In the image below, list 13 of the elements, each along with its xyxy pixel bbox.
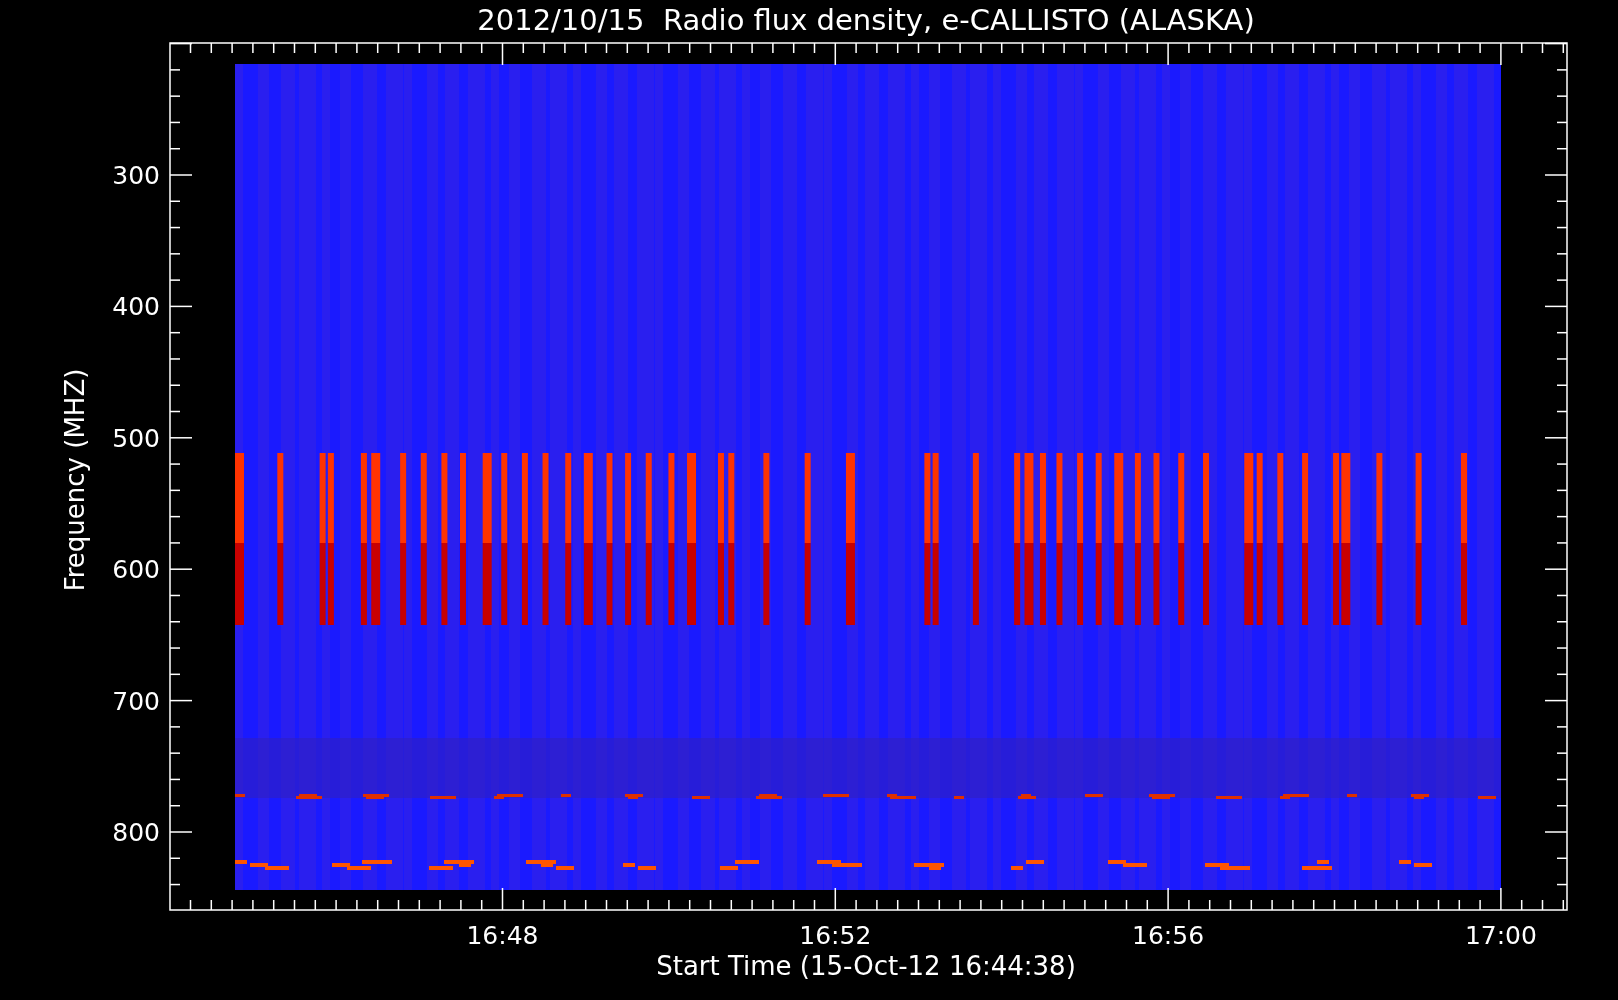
y-tick-label: 600 [112,555,160,585]
y-tick-label: 400 [112,292,160,322]
y-tick-label: 500 [112,423,160,453]
x-tick-label: 16:48 [466,921,539,950]
y-tick-label: 800 [112,818,160,847]
y-tick-label: 700 [112,686,160,716]
y-tick-label: 300 [112,161,160,190]
x-tick-label: 17:00 [1464,921,1537,950]
chart-title: 2012/10/15 Radio flux density, e-CALLISTO (ALASKA) [477,3,1255,37]
x-tick-label: 16:56 [1132,921,1205,950]
y-axis-label: Frequency (MHZ) [60,368,90,592]
x-axis-label: Start Time (15-Oct-12 16:44:38) [656,951,1076,981]
x-tick-label: 16:52 [799,921,872,950]
